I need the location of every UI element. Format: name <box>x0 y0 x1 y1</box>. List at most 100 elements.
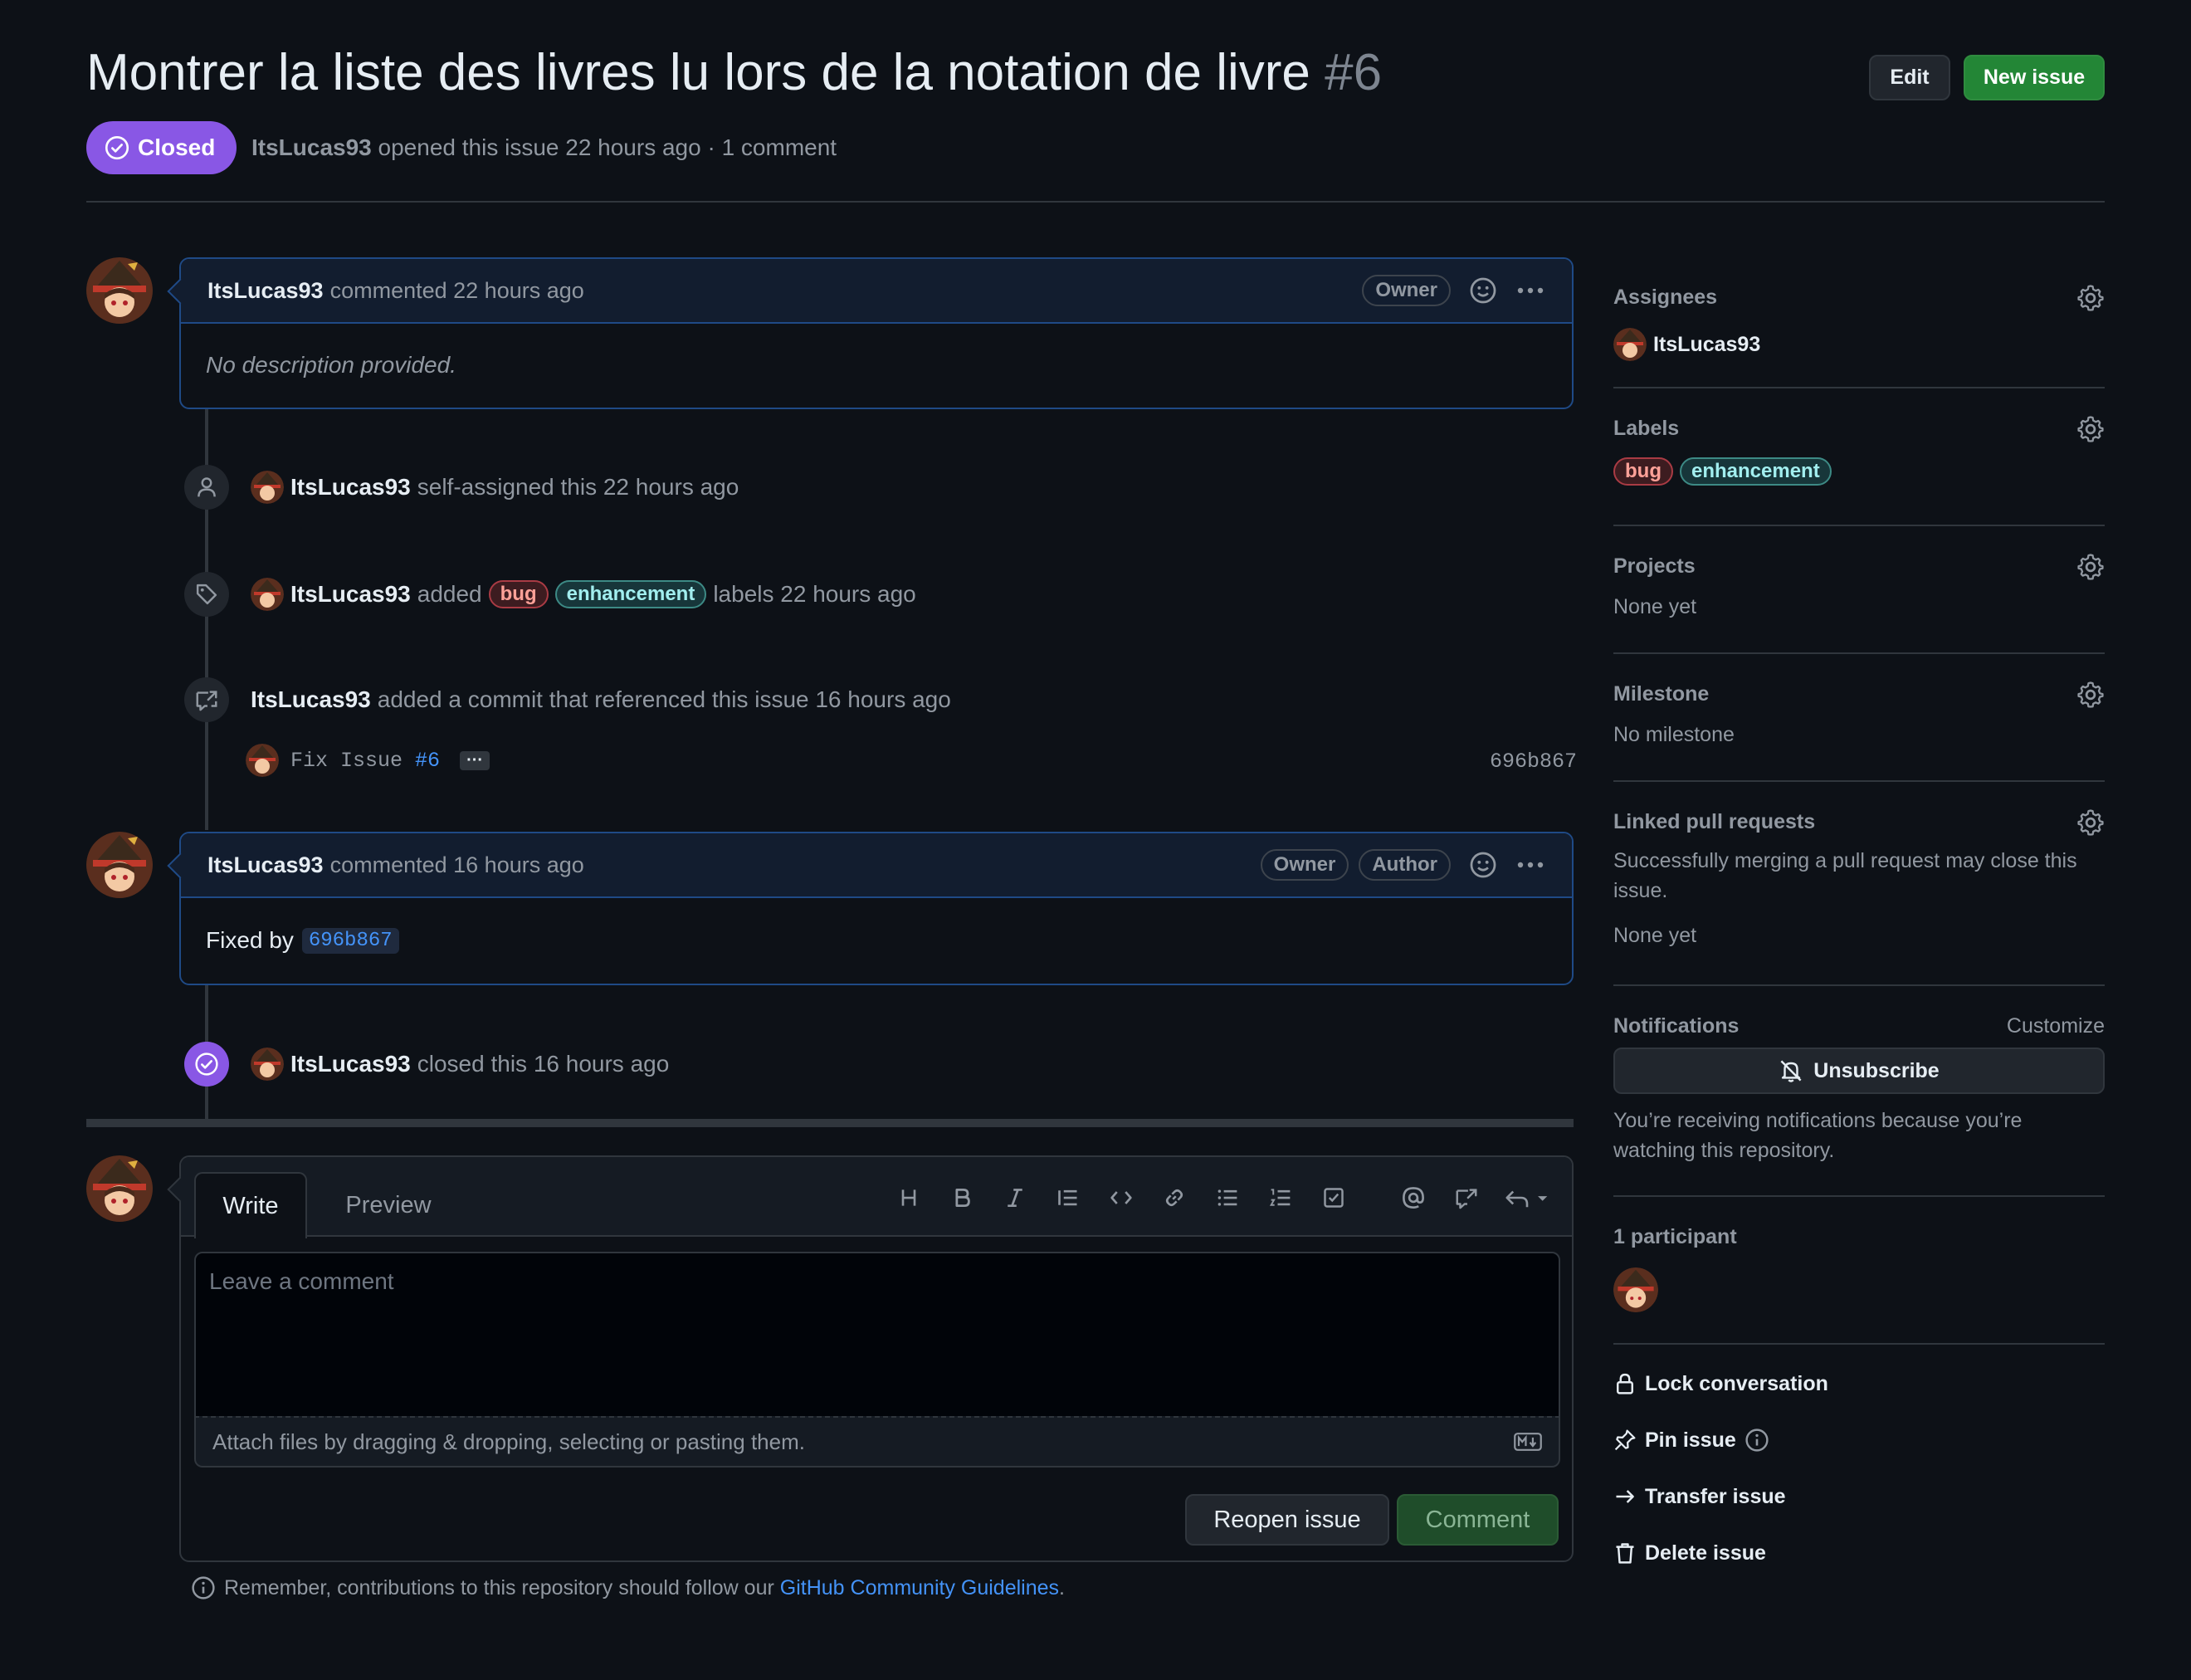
pin-icon <box>1613 1428 1637 1453</box>
comment-textarea[interactable]: Leave a comment <box>194 1252 1560 1418</box>
gear-icon[interactable] <box>2076 808 2105 837</box>
ordered-list-icon[interactable] <box>1265 1182 1296 1214</box>
markdown-icon <box>1514 1433 1542 1451</box>
tab-preview[interactable]: Preview <box>322 1172 455 1238</box>
comment-body: No description provided. <box>181 324 1572 407</box>
composer-toolbar: Write Preview <box>181 1157 1572 1238</box>
avatar[interactable] <box>251 1048 284 1081</box>
guidelines-suffix: . <box>1059 1575 1065 1599</box>
commit-sha[interactable]: 696b867 <box>1490 750 1577 774</box>
new-issue-button[interactable]: New issue <box>1964 55 2105 100</box>
sidebar-section-title[interactable]: Labels <box>1613 417 2105 441</box>
attach-files-area[interactable]: Attach files by dragging & dropping, sel… <box>194 1416 1560 1468</box>
reply-icon[interactable] <box>1504 1182 1550 1214</box>
customize-link[interactable]: Customize <box>2007 1014 2105 1038</box>
event-suffix: labels 22 hours ago <box>713 581 916 607</box>
avatar[interactable] <box>251 471 284 504</box>
label-enhancement[interactable]: enhancement <box>1679 457 1832 486</box>
avatar[interactable] <box>1613 328 1647 361</box>
sidebar-labels: Labels bug enhancement <box>1613 415 2105 486</box>
issue-title: Montrer la liste des livres lu lors de l… <box>86 43 1382 102</box>
avatar[interactable] <box>246 744 279 777</box>
status-label: Closed <box>138 134 216 160</box>
comment-card: ItsLucas93 commented 22 hours ago Owner … <box>167 257 1574 409</box>
smiley-icon[interactable] <box>1469 276 1497 305</box>
edit-button[interactable]: Edit <box>1869 55 1950 100</box>
participant-avatar[interactable] <box>1613 1267 1658 1312</box>
gear-icon[interactable] <box>2076 553 2105 581</box>
arrow-right-icon <box>1613 1484 1637 1509</box>
avatar[interactable] <box>86 832 153 898</box>
sidebar-section-title[interactable]: Milestone <box>1613 682 2105 706</box>
issue-author-link[interactable]: ItsLucas93 <box>251 134 372 160</box>
transfer-issue-action[interactable]: Transfer issue <box>1613 1484 1786 1509</box>
italic-icon[interactable] <box>999 1182 1031 1214</box>
sidebar-section-title[interactable]: Assignees <box>1613 286 2105 310</box>
assignee-name[interactable]: ItsLucas93 <box>1653 333 1760 357</box>
label-enhancement[interactable]: enhancement <box>554 580 707 608</box>
comment-author[interactable]: ItsLucas93 <box>207 852 324 878</box>
sidebar-section-title[interactable]: Linked pull requests <box>1613 810 2105 834</box>
commit-issue-link[interactable]: #6 <box>415 749 440 773</box>
sidebar-milestone: Milestone No milestone <box>1613 681 2105 750</box>
gear-icon[interactable] <box>2076 284 2105 312</box>
check-circle-icon <box>105 135 129 160</box>
assignee-item[interactable]: ItsLucas93 <box>1613 328 2105 361</box>
unsubscribe-button[interactable]: Unsubscribe <box>1613 1048 2105 1094</box>
event-actor[interactable]: ItsLucas93 <box>290 474 411 501</box>
lock-conversation-action[interactable]: Lock conversation <box>1613 1371 1828 1396</box>
commit-sha-link[interactable]: 696b867 <box>301 927 399 954</box>
comment-time[interactable]: commented 22 hours ago <box>330 278 584 304</box>
kebab-horizontal-icon[interactable] <box>1515 860 1545 870</box>
link-icon[interactable] <box>1159 1182 1190 1214</box>
gear-icon[interactable] <box>2076 415 2105 443</box>
label-bug[interactable]: bug <box>488 580 549 608</box>
kebab-horizontal-icon[interactable] <box>1515 286 1545 295</box>
linked-prs-description: Successfully merging a pull request may … <box>1613 849 2077 902</box>
lock-icon <box>1613 1371 1637 1396</box>
owner-badge: Owner <box>1362 275 1451 306</box>
avatar[interactable] <box>251 578 284 611</box>
sidebar-divider <box>1613 525 2105 526</box>
sidebar-divider <box>1613 1195 2105 1197</box>
bold-icon[interactable] <box>946 1182 978 1214</box>
sidebar-divider <box>1613 387 2105 388</box>
event-actor[interactable]: ItsLucas93 <box>251 686 371 713</box>
trash-icon <box>1613 1541 1637 1565</box>
quote-icon[interactable] <box>1052 1182 1084 1214</box>
sidebar-assignees: Assignees ItsLucas93 <box>1613 284 2105 361</box>
timeline-event-referenced: ItsLucas93 added a commit that reference… <box>184 677 951 722</box>
expand-commit-button[interactable]: ··· <box>460 750 490 770</box>
info-icon[interactable] <box>1745 1428 1769 1453</box>
event-actor[interactable]: ItsLucas93 <box>290 581 411 608</box>
code-icon[interactable] <box>1105 1182 1137 1214</box>
comment-button[interactable]: Comment <box>1397 1494 1559 1546</box>
unordered-list-icon[interactable] <box>1212 1182 1243 1214</box>
tab-write[interactable]: Write <box>194 1172 307 1238</box>
timeline-event-labeled: ItsLucas93 added bug enhancement labels … <box>184 572 916 617</box>
comment-author[interactable]: ItsLucas93 <box>207 278 324 304</box>
commit-message[interactable]: Fix Issue #6 <box>290 749 440 773</box>
mention-icon[interactable] <box>1398 1182 1429 1214</box>
sidebar-projects: Projects None yet <box>1613 554 2105 622</box>
comment-time[interactable]: commented 16 hours ago <box>330 852 584 878</box>
smiley-icon[interactable] <box>1469 851 1497 879</box>
gear-icon[interactable] <box>2076 681 2105 709</box>
label-bug[interactable]: bug <box>1613 457 1673 486</box>
pin-issue-action[interactable]: Pin issue <box>1613 1428 1769 1453</box>
event-text: self-assigned this 22 hours ago <box>417 474 739 500</box>
author-badge: Author <box>1359 849 1451 881</box>
reopen-issue-button[interactable]: Reopen issue <box>1185 1494 1389 1546</box>
heading-icon[interactable] <box>893 1182 925 1214</box>
avatar[interactable] <box>86 257 153 324</box>
event-actor[interactable]: ItsLucas93 <box>290 1051 411 1077</box>
delete-issue-action[interactable]: Delete issue <box>1613 1541 1766 1565</box>
cross-reference-icon[interactable] <box>1451 1182 1482 1214</box>
community-guidelines-link[interactable]: GitHub Community Guidelines <box>780 1576 1059 1599</box>
transfer-issue-label: Transfer issue <box>1645 1484 1786 1508</box>
commit-message-text[interactable]: Fix Issue <box>290 749 403 773</box>
guidelines-note: Remember, contributions to this reposito… <box>191 1575 1065 1600</box>
task-list-icon[interactable] <box>1318 1182 1349 1214</box>
timeline-end-divider <box>86 1119 1574 1127</box>
sidebar-section-title[interactable]: Projects <box>1613 554 2105 579</box>
